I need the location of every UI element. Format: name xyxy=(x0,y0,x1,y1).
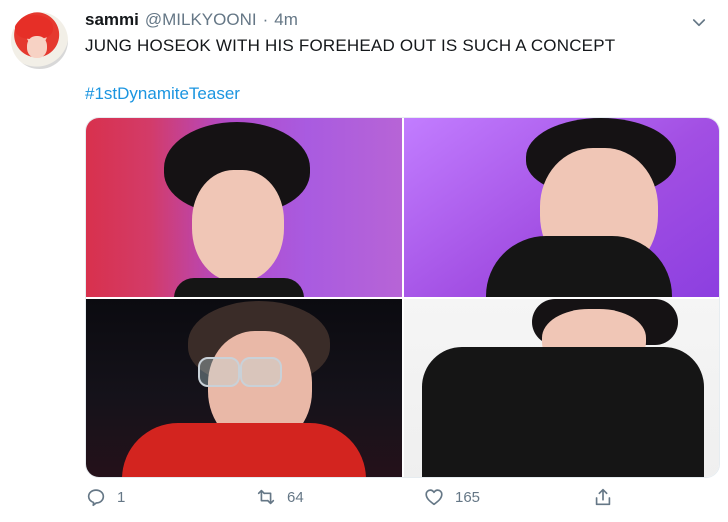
retweet-count: 64 xyxy=(287,488,304,506)
photo-2[interactable] xyxy=(404,118,719,297)
chevron-down-icon xyxy=(692,19,706,27)
photo-3[interactable] xyxy=(86,299,402,477)
photo-1[interactable] xyxy=(86,118,402,297)
reply-icon xyxy=(87,489,105,507)
heart-icon xyxy=(425,489,443,506)
avatar-face xyxy=(27,36,47,58)
tweet-actions: 1 64 165 xyxy=(85,486,645,512)
like-button[interactable]: 165 xyxy=(423,486,480,508)
display-name[interactable]: sammi xyxy=(85,10,139,30)
avatar[interactable] xyxy=(11,12,68,69)
reply-button[interactable]: 1 xyxy=(85,486,125,508)
photo-1-clothing xyxy=(174,278,304,297)
reply-count: 1 xyxy=(117,488,126,506)
photo-1-face xyxy=(192,170,284,282)
tweet-text: JUNG HOSEOK WITH HIS FOREHEAD OUT IS SUC… xyxy=(85,36,616,55)
like-count: 165 xyxy=(455,488,481,506)
share-button[interactable] xyxy=(592,486,614,508)
photo-3-glasses-right xyxy=(240,357,282,387)
timestamp[interactable]: 4m xyxy=(274,10,298,30)
share-icon xyxy=(595,488,611,506)
separator-dot: · xyxy=(262,10,269,29)
retweet-icon xyxy=(257,489,275,505)
photo-2-clothing xyxy=(486,236,672,297)
more-button[interactable] xyxy=(688,12,710,34)
tweet-card: sammi @MILKYOONI · 4m JUNG HOSEOK WITH H… xyxy=(0,0,728,522)
retweet-button[interactable]: 64 xyxy=(255,486,304,508)
photo-4[interactable] xyxy=(404,299,719,477)
tweet-header: sammi @MILKYOONI · 4m xyxy=(85,10,298,34)
photo-3-clothing xyxy=(122,423,366,477)
hashtag-link[interactable]: #1stDynamiteTeaser xyxy=(85,84,240,104)
photo-3-glasses-left xyxy=(198,357,240,387)
media-grid xyxy=(85,117,720,478)
user-handle[interactable]: @MILKYOONI xyxy=(145,10,257,30)
photo-4-clothing xyxy=(422,347,704,477)
